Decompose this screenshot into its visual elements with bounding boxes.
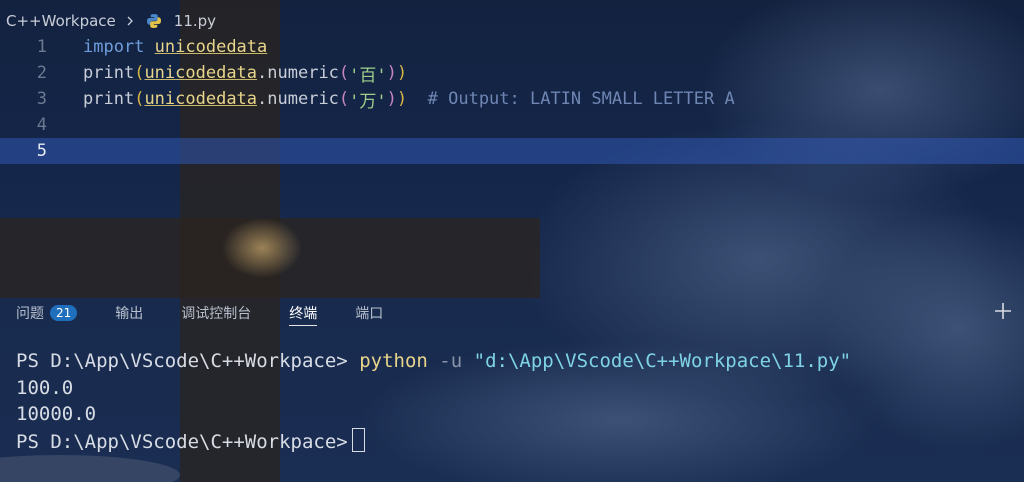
module-name: unicodedata: [144, 63, 258, 83]
module-name: unicodedata: [154, 37, 268, 57]
module-name: unicodedata: [144, 89, 258, 109]
terminal-line: 10000.0: [16, 403, 97, 425]
tab-output[interactable]: 输出: [115, 296, 143, 330]
tab-label: 调试控制台: [181, 306, 252, 322]
code-lines[interactable]: 1 import unicodedata 2 print(unicodedata…: [0, 34, 1024, 164]
bottom-panel: 问题 21 输出 调试控制台 终端 端口 PS D:\App\VScode\C+…: [0, 296, 1024, 482]
function-name: print: [83, 89, 135, 109]
paren: ): [396, 89, 408, 109]
code-line-active[interactable]: 5: [0, 138, 1024, 164]
terminal-prompt: PS D:\App\VScode\C++Workpace>: [16, 350, 348, 372]
string-literal: '百': [349, 65, 387, 86]
plus-icon[interactable]: [992, 300, 1014, 322]
tab-label: 终端: [289, 306, 318, 322]
terminal-flag: -u: [439, 350, 463, 372]
terminal-output[interactable]: PS D:\App\VScode\C++Workpace> python -u …: [16, 348, 851, 455]
terminal-line: PS D:\App\VScode\C++Workpace>: [16, 427, 851, 456]
line-number: 5: [36, 141, 47, 161]
terminal-argument: "d:\App\VScode\C++Workpace\11.py": [473, 350, 852, 372]
python-file-icon: [146, 14, 161, 28]
paren: ): [386, 63, 397, 83]
paren: ): [396, 63, 408, 83]
code-line[interactable]: 1 import unicodedata: [0, 34, 1024, 60]
method-name: .numeric: [257, 63, 339, 83]
terminal-line: PS D:\App\VScode\C++Workpace> python -u …: [16, 348, 851, 375]
method-name: .numeric: [257, 89, 339, 109]
terminal-line: 100.0: [16, 376, 74, 399]
paren: (: [338, 89, 350, 109]
editor[interactable]: C++Workpace 11.py 1 import unicodedata 2…: [0, 0, 1024, 296]
terminal-prompt: PS D:\App\VScode\C++Workpace>: [16, 430, 348, 453]
code-line[interactable]: 4: [0, 112, 1024, 138]
paren: (: [134, 63, 145, 83]
panel-tabs: 问题 21 输出 调试控制台 终端 端口: [0, 296, 405, 330]
paren: (: [338, 63, 350, 83]
line-number: 1: [36, 37, 47, 57]
keyword: import: [83, 37, 145, 57]
paren: ): [386, 89, 397, 109]
breadcrumb-file[interactable]: 11.py: [168, 12, 220, 30]
tab-label: 输出: [115, 306, 144, 322]
terminal-cursor: [351, 427, 365, 452]
code-line[interactable]: 2 print(unicodedata .numeric('百')): [0, 60, 1024, 86]
function-name: print: [83, 63, 135, 83]
tab-problems[interactable]: 问题 21: [16, 296, 78, 330]
breadcrumb-folder[interactable]: C++Workpace: [0, 12, 120, 30]
line-number: 4: [36, 115, 47, 135]
tab-terminal[interactable]: 终端: [289, 296, 318, 330]
string-literal: '万': [349, 91, 387, 112]
tab-debug-console[interactable]: 调试控制台: [181, 296, 251, 330]
terminal-command: python: [359, 350, 428, 372]
code-comment: # Output: LATIN SMALL LETTER A: [427, 89, 735, 109]
vscode-window: C++Workpace 11.py 1 import unicodedata 2…: [0, 0, 1024, 482]
chevron-right-icon: [127, 16, 133, 26]
code-line[interactable]: 3 print(unicodedata .numeric('万')) # Outp…: [0, 86, 1024, 112]
tab-label: 端口: [355, 306, 384, 322]
tab-ports[interactable]: 端口: [355, 296, 383, 330]
line-number: 2: [36, 63, 47, 83]
line-number: 3: [36, 89, 47, 109]
breadcrumb: C++Workpace 11.py: [0, 8, 220, 34]
paren: (: [134, 89, 145, 109]
problems-count-badge: 21: [50, 305, 78, 321]
tab-label: 问题: [16, 306, 44, 322]
